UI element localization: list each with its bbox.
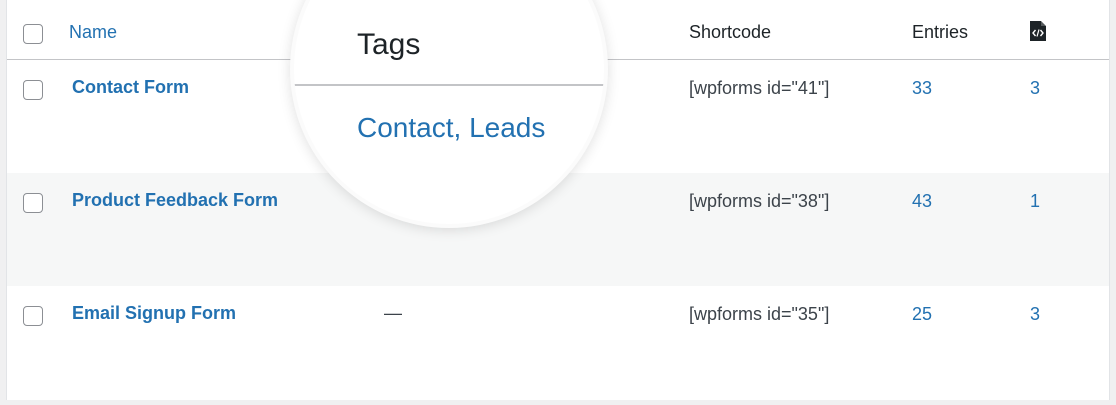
entries-count-link[interactable]: 43	[912, 191, 932, 212]
row-checkbox[interactable]	[23, 306, 43, 326]
header-divider	[294, 84, 604, 86]
entries-count-link[interactable]: 33	[912, 78, 932, 99]
table-row: Email Signup Form — [wpforms id="35"] 25…	[7, 286, 1109, 399]
forms-table: Name Shortcode Entries Contact Form [wpf…	[6, 0, 1110, 400]
entries-count-link[interactable]: 25	[912, 304, 932, 325]
tags-empty-value: —	[384, 303, 402, 323]
row-checkbox[interactable]	[23, 193, 43, 213]
tags-list: Contact, Leads	[357, 112, 545, 144]
form-name-link[interactable]: Email Signup Form	[72, 303, 236, 324]
bottom-strip	[0, 400, 1116, 405]
code-document-icon	[1030, 21, 1046, 41]
shortcode-value: [wpforms id="38"]	[689, 191, 830, 211]
column-header-shortcode: Shortcode	[689, 22, 772, 42]
column-header-name[interactable]: Name	[69, 22, 117, 43]
form-name-link[interactable]: Contact Form	[72, 77, 189, 98]
shortcode-value: [wpforms id="41"]	[689, 78, 830, 98]
form-name-link[interactable]: Product Feedback Form	[72, 190, 278, 211]
tag-link-contact[interactable]: Contact	[357, 112, 454, 143]
tag-link-leads[interactable]: Leads	[469, 112, 545, 143]
column-header-tags: Tags	[357, 28, 421, 61]
column-header-entries: Entries	[912, 22, 969, 42]
code-count-link[interactable]: 3	[1030, 304, 1040, 325]
code-count-link[interactable]: 3	[1030, 78, 1040, 99]
select-all-checkbox[interactable]	[23, 24, 43, 44]
tag-separator: ,	[453, 112, 470, 143]
table-row: Product Feedback Form [wpforms id="38"] …	[7, 173, 1109, 286]
code-count-link[interactable]: 1	[1030, 191, 1040, 212]
row-checkbox[interactable]	[23, 80, 43, 100]
shortcode-value: [wpforms id="35"]	[689, 304, 830, 324]
